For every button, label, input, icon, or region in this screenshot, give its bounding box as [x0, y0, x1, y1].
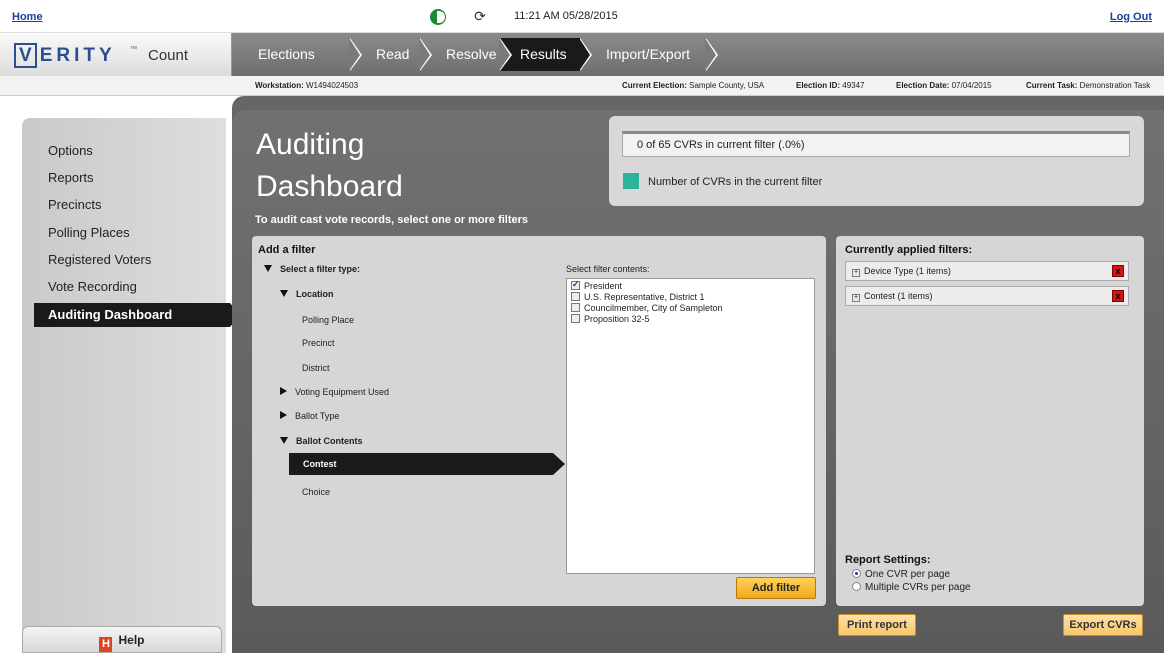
tab-resolve[interactable]: Resolve: [420, 38, 512, 71]
filter-type-header[interactable]: Select a filter type:: [264, 264, 360, 274]
cvr-count-bar: 0 of 65 CVRs in current filter (.0%): [622, 131, 1130, 157]
tab-elections[interactable]: Elections: [232, 38, 362, 71]
checkbox-icon[interactable]: [571, 292, 580, 301]
logo: V ERITY ™ Count: [0, 33, 232, 76]
filter-choice[interactable]: Choice: [302, 487, 330, 497]
sidebar-item-options[interactable]: Options: [48, 143, 93, 158]
print-report-button[interactable]: Print report: [838, 614, 916, 636]
logo-brand: V ERITY: [14, 43, 116, 68]
tab-results[interactable]: Results: [500, 38, 592, 71]
sync-icon: ⟳: [474, 8, 486, 24]
filter-precinct[interactable]: Precinct: [302, 338, 335, 348]
report-settings-title: Report Settings:: [845, 554, 931, 566]
radio-selected-icon[interactable]: [852, 569, 861, 578]
legend-text: Number of CVRs in the current filter: [648, 176, 823, 188]
cvr-count-panel: [609, 116, 1144, 206]
filter-contest-selected[interactable]: Contest: [289, 453, 565, 475]
top-bar: Home ⟳ 11:21 AM 05/28/2015 Log Out: [0, 0, 1164, 33]
applied-filter-device-type[interactable]: + Device Type (1 items) x: [845, 261, 1129, 281]
option-us-representative[interactable]: U.S. Representative, District 1: [571, 292, 705, 302]
expanded-arrow-icon: [264, 265, 272, 272]
applied-filters-title: Currently applied filters:: [845, 244, 973, 256]
page-title-line2: Dashboard: [256, 170, 403, 203]
sidebar-item-polling-places[interactable]: Polling Places: [48, 225, 130, 240]
option-proposition[interactable]: Proposition 32-5: [571, 314, 650, 324]
help-button[interactable]: H Help: [22, 626, 222, 653]
filter-contents-list[interactable]: President U.S. Representative, District …: [566, 278, 815, 574]
filter-ballot-type[interactable]: Ballot Type: [280, 411, 339, 421]
filter-district[interactable]: District: [302, 363, 330, 373]
logo-product: Count: [148, 47, 189, 64]
main-nav-bar: V ERITY ™ Count Elections Read Resolve Re…: [0, 33, 1164, 76]
page-subtitle: To audit cast vote records, select one o…: [255, 214, 529, 226]
checkbox-icon[interactable]: [571, 314, 580, 323]
sidebar-item-vote-recording[interactable]: Vote Recording: [48, 279, 137, 294]
remove-filter-button[interactable]: x: [1112, 290, 1124, 302]
expand-icon[interactable]: +: [852, 294, 860, 302]
expanded-arrow-icon: [280, 290, 288, 297]
sidebar: [0, 96, 232, 653]
sidebar-item-precincts[interactable]: Precincts: [48, 197, 101, 212]
logout-link[interactable]: Log Out: [1110, 11, 1152, 23]
clock-text: 11:21 AM 05/28/2015: [514, 10, 618, 22]
current-election-info: Current Election: Sample County, USA: [622, 81, 765, 90]
sidebar-item-auditing-dashboard[interactable]: Auditing Dashboard: [34, 303, 240, 327]
home-link[interactable]: Home: [12, 11, 43, 23]
session-info-bar: Workstation: W1494024503 Current Electio…: [0, 76, 1164, 96]
connection-status-icon: [430, 9, 446, 25]
option-president[interactable]: President: [571, 279, 622, 291]
option-councilmember[interactable]: Councilmember, City of Sampleton: [571, 303, 723, 313]
remove-filter-button[interactable]: x: [1112, 265, 1124, 277]
help-icon: H: [99, 637, 113, 652]
radio-icon[interactable]: [852, 582, 861, 591]
page-title-line1: Auditing: [256, 128, 365, 161]
election-id-info: Election ID: 49347: [796, 81, 865, 90]
filter-contents-label: Select filter contents:: [566, 264, 650, 274]
current-task-info: Current Task: Demonstration Task: [1026, 81, 1151, 90]
collapsed-arrow-icon: [280, 387, 287, 395]
applied-filter-contest[interactable]: + Contest (1 items) x: [845, 286, 1129, 306]
checkbox-icon[interactable]: [571, 303, 580, 312]
filter-ballot-contents[interactable]: Ballot Contents: [280, 436, 363, 446]
logo-trademark: ™: [130, 46, 137, 53]
add-filter-button[interactable]: Add filter: [736, 577, 816, 599]
legend-swatch: [623, 173, 639, 189]
radio-one-cvr-per-page[interactable]: One CVR per page: [852, 569, 950, 580]
filter-voting-equipment[interactable]: Voting Equipment Used: [280, 387, 389, 397]
checkbox-checked-icon[interactable]: [571, 279, 580, 290]
filter-polling-place[interactable]: Polling Place: [302, 315, 354, 325]
export-cvrs-button[interactable]: Export CVRs: [1063, 614, 1143, 636]
expand-icon[interactable]: +: [852, 269, 860, 277]
collapsed-arrow-icon: [280, 411, 287, 419]
workstation-info: Workstation: W1494024503: [255, 81, 359, 90]
election-date-info: Election Date: 07/04/2015: [896, 81, 992, 90]
sidebar-item-reports[interactable]: Reports: [48, 170, 94, 185]
expanded-arrow-icon: [280, 437, 288, 444]
tab-import-export[interactable]: Import/Export: [580, 38, 718, 71]
add-filter-title: Add a filter: [258, 244, 316, 256]
sidebar-item-registered-voters[interactable]: Registered Voters: [48, 252, 151, 267]
radio-multiple-cvrs-per-page[interactable]: Multiple CVRs per page: [852, 582, 971, 593]
filter-location[interactable]: Location: [280, 289, 334, 299]
